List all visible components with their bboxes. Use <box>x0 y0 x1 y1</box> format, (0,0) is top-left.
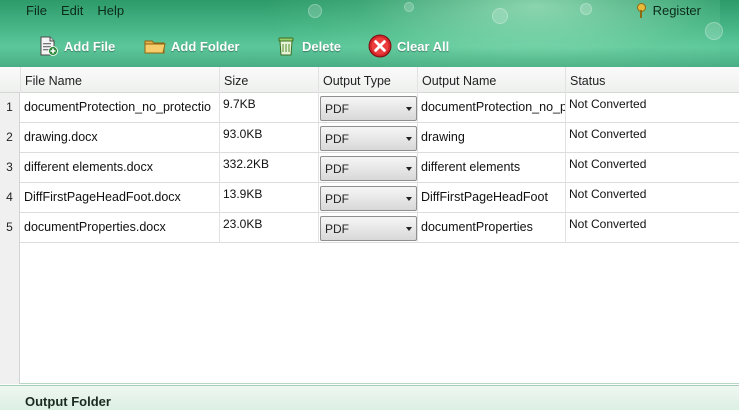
output-type-value: PDF <box>325 131 349 146</box>
menu-bar: File Edit Help <box>0 0 739 22</box>
status-cell: Not Converted <box>569 97 647 111</box>
output-type-value: PDF <box>325 161 349 176</box>
output-type-value: PDF <box>325 191 349 206</box>
output-name-cell: documentProtection_no_p <box>418 93 566 123</box>
row-number: 2 <box>0 123 20 153</box>
size-cell: 13.9KB <box>220 183 319 213</box>
delete-icon <box>278 37 294 56</box>
row-number: 3 <box>0 153 20 183</box>
add-folder-label: Add Folder <box>171 38 240 54</box>
row-number: 5 <box>0 213 20 243</box>
register-link[interactable]: Register <box>634 3 701 18</box>
header-file-name[interactable]: File Name <box>21 67 220 93</box>
output-folder-panel: Output Folder <box>0 385 739 410</box>
file-name-cell: different elements.docx <box>21 153 220 183</box>
status-cell: Not Converted <box>569 187 647 201</box>
add-file-icon <box>40 36 58 56</box>
table-row[interactable]: 1 documentProtection_no_protectio 9.7KB … <box>0 93 739 123</box>
output-name-cell: different elements <box>418 153 566 183</box>
file-name-cell: documentProperties.docx <box>21 213 220 243</box>
header-status[interactable]: Status <box>566 67 739 93</box>
table-header: File Name Size Output Type Output Name S… <box>0 67 739 93</box>
header-size[interactable]: Size <box>220 67 319 93</box>
size-cell: 93.0KB <box>220 123 319 153</box>
header-corner <box>0 67 21 93</box>
size-cell: 332.2KB <box>220 153 319 183</box>
key-icon <box>634 3 647 18</box>
output-name-cell: DiffFirstPageHeadFoot <box>418 183 566 213</box>
add-file-button[interactable]: Add File <box>37 30 115 62</box>
output-type-select[interactable]: PDF <box>320 126 417 151</box>
size-cell: 9.7KB <box>220 93 319 123</box>
file-table: File Name Size Output Type Output Name S… <box>0 67 739 384</box>
chevron-down-icon <box>406 167 412 171</box>
file-name-cell: DiffFirstPageHeadFoot.docx <box>21 183 220 213</box>
file-name-cell: documentProtection_no_protectio <box>21 93 220 123</box>
table-row[interactable]: 4 DiffFirstPageHeadFoot.docx 13.9KB PDF … <box>0 183 739 213</box>
table-row[interactable]: 3 different elements.docx 332.2KB PDF di… <box>0 153 739 183</box>
menu-help[interactable]: Help <box>90 0 131 22</box>
output-name-cell: drawing <box>418 123 566 153</box>
clear-all-button[interactable]: Clear All <box>368 30 449 62</box>
top-banner: File Edit Help Register Add File Add Fol… <box>0 0 739 67</box>
clear-all-label: Clear All <box>397 38 450 54</box>
output-type-select[interactable]: PDF <box>320 186 417 211</box>
toolbar: Add File Add Folder Delete Clear All <box>0 30 739 62</box>
menu-edit[interactable]: Edit <box>54 0 90 22</box>
row-number: 4 <box>0 183 20 213</box>
output-type-select[interactable]: PDF <box>320 96 417 121</box>
table-row[interactable]: 2 drawing.docx 93.0KB PDF drawing Not Co… <box>0 123 739 153</box>
output-type-select[interactable]: PDF <box>320 156 417 181</box>
delete-label: Delete <box>302 38 342 54</box>
chevron-down-icon <box>406 107 412 111</box>
header-output-name[interactable]: Output Name <box>418 67 566 93</box>
chevron-down-icon <box>406 137 412 141</box>
header-output-type[interactable]: Output Type <box>319 67 418 93</box>
table-row[interactable]: 5 documentProperties.docx 23.0KB PDF doc… <box>0 213 739 243</box>
row-number: 1 <box>0 93 20 123</box>
clear-all-icon <box>368 34 392 58</box>
chevron-down-icon <box>406 227 412 231</box>
size-cell: 23.0KB <box>220 213 319 243</box>
add-folder-icon <box>144 40 166 54</box>
menu-file[interactable]: File <box>19 0 54 22</box>
add-folder-button[interactable]: Add Folder <box>144 30 240 62</box>
file-name-cell: drawing.docx <box>21 123 220 153</box>
add-file-label: Add File <box>64 38 116 54</box>
register-label: Register <box>652 3 701 18</box>
status-cell: Not Converted <box>569 217 647 231</box>
output-folder-label: Output Folder <box>25 394 111 409</box>
chevron-down-icon <box>406 197 412 201</box>
output-type-value: PDF <box>325 221 349 236</box>
output-type-value: PDF <box>325 101 349 116</box>
status-cell: Not Converted <box>569 127 647 141</box>
delete-button[interactable]: Delete <box>275 30 341 62</box>
output-type-select[interactable]: PDF <box>320 216 417 241</box>
output-name-cell: documentProperties <box>418 213 566 243</box>
status-cell: Not Converted <box>569 157 647 171</box>
